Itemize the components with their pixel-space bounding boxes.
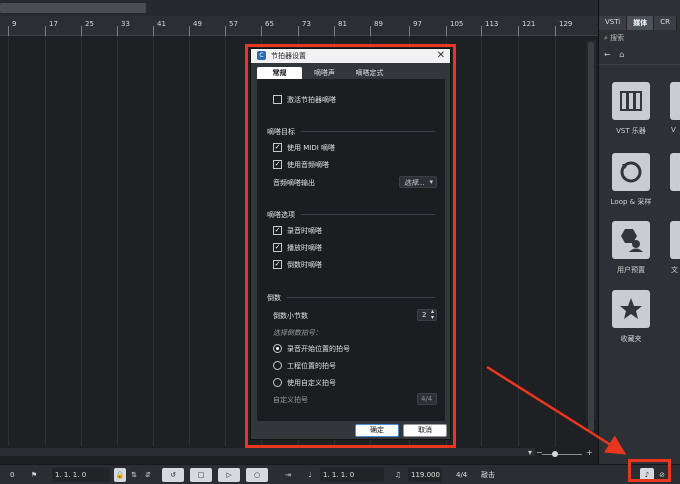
arrow-line — [486, 365, 627, 455]
annotation-arrow — [486, 365, 627, 455]
daw-window: 9 17 25 33 41 49 57 65 73 81 89 97 105 1… — [0, 0, 680, 484]
